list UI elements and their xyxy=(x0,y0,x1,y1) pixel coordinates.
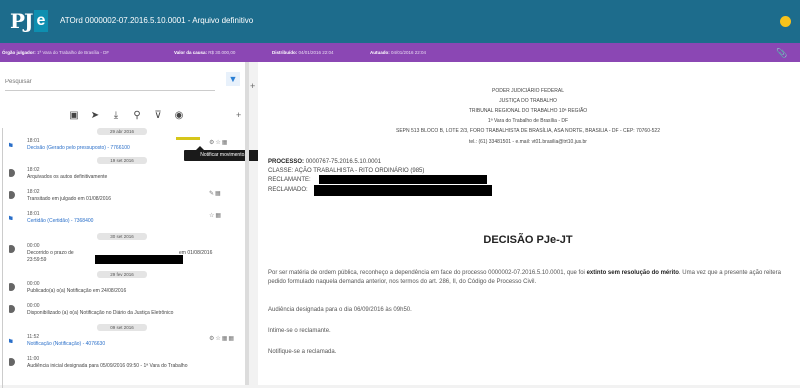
event-time: 00:00 xyxy=(27,281,40,287)
event-time: 11:52 xyxy=(27,334,40,340)
push-pin-icon[interactable]: ➤ xyxy=(89,110,101,122)
event-time: 18:02 xyxy=(27,167,40,173)
filter-toggle-icon[interactable]: ▼ xyxy=(226,72,240,86)
event-dot-icon xyxy=(9,191,15,199)
logo-pj: PJ xyxy=(10,9,33,33)
event-time: 18:02 xyxy=(27,189,40,195)
event-dot-icon xyxy=(9,283,15,291)
search-input[interactable] xyxy=(5,74,215,91)
document-flag-icon: ⚑ xyxy=(9,141,15,151)
eye-icon[interactable]: ◉ xyxy=(173,110,185,122)
decision-paragraph: Por ser matéria de ordem pública, reconh… xyxy=(268,270,781,285)
redacted-reclamado xyxy=(314,185,492,196)
timeline-panel: ▼ ▣ ➤ ⤓ ⚲ ⊽ ◉ + 29 abr 2016 ⚑ 18:01 Deci… xyxy=(0,62,246,388)
pdf-icon[interactable]: ▣ xyxy=(68,110,80,122)
decision-paragraph: Intime-se o reclamante. xyxy=(268,328,331,334)
decision-paragraph: Notifique-se a reclamada. xyxy=(268,349,337,355)
event-desc: Publicado(a) o(a) Notificação em 24/08/2… xyxy=(27,288,127,294)
date-separator: 09 set 2016 xyxy=(97,324,147,331)
panel-splitter[interactable] xyxy=(245,62,249,385)
search-icon[interactable]: ⚲ xyxy=(131,110,143,122)
event-dot-icon xyxy=(9,245,15,253)
timeline-toolbar: ▣ ➤ ⤓ ⚲ ⊽ ◉ xyxy=(68,110,185,122)
event-dot-icon xyxy=(9,358,15,366)
event-dot-icon xyxy=(9,169,15,177)
date-separator: 19 set 2016 xyxy=(97,157,147,164)
paperclip-icon[interactable]: 📎 xyxy=(776,48,787,59)
expand-left-icon[interactable]: + xyxy=(236,110,241,120)
classe-line: CLASSE: AÇÃO TRABALHISTA - RITO ORDINÁRI… xyxy=(268,168,425,174)
filter-icon[interactable]: ⊽ xyxy=(152,110,164,122)
event-link[interactable]: Decisão (Gerado pelo pressuposto) - 7766… xyxy=(27,145,130,151)
event-actions[interactable]: ⚙☆▦▦ xyxy=(209,335,235,342)
redacted-reclamante xyxy=(319,175,487,184)
event-time: 11:00 xyxy=(27,356,40,362)
event-desc: Disponibilizado (a) o(a) Notificação no … xyxy=(27,310,174,316)
event-desc: Decorrido o prazo de xyxy=(27,250,74,256)
process-info-bar: Órgão julgador: 1ª Vara do Trabalho de B… xyxy=(0,43,800,62)
event-actions[interactable]: ⚙☆▦ xyxy=(209,139,228,146)
date-separator: 29 abr 2016 xyxy=(97,128,147,135)
event-time: 18:01 xyxy=(27,138,40,144)
doc-header-line: SEPN 513 BLOCO B, LOTE 2/3, FORO TRABALH… xyxy=(396,128,660,134)
event-actions[interactable]: ☆▦ xyxy=(209,212,222,219)
reclamante-label: RECLAMANTE: xyxy=(268,177,311,183)
reclamado-label: RECLAMADO: xyxy=(268,187,308,193)
user-menu-icon[interactable] xyxy=(780,16,791,27)
doc-header-line: TRIBUNAL REGIONAL DO TRABALHO 10ª REGIÃO xyxy=(468,108,588,114)
autuacao: Autuado: 04/01/2016 22:04 xyxy=(370,50,427,55)
document-flag-icon: ⚑ xyxy=(9,337,15,347)
decision-title: DECISÃO PJe-JT xyxy=(483,234,573,246)
distribuicao: Distribuído: 04/01/2016 22:04 xyxy=(272,50,334,55)
date-separator: 30 set 2016 xyxy=(97,233,147,240)
date-separator: 29 fev 2016 xyxy=(97,271,147,278)
event-dot-icon xyxy=(9,305,15,313)
event-desc: Arquivados os autos definitivamente xyxy=(27,174,108,180)
valor-causa: Valor da causa: R$ 30.000,00 xyxy=(174,50,236,55)
event-time: 00:00 xyxy=(27,303,40,309)
event-actions[interactable]: ✎▦ xyxy=(209,190,222,197)
pje-logo[interactable]: PJ e xyxy=(10,9,49,33)
event-time: 18:01 xyxy=(27,211,40,217)
doc-header-line: JUSTIÇA DO TRABALHO xyxy=(499,98,557,104)
event-link[interactable]: Certidão (Certidão) - 7368400 xyxy=(27,218,93,224)
redacted-name xyxy=(95,255,183,264)
orgao-julgador: Órgão julgador: 1ª Vara do Trabalho de B… xyxy=(2,50,110,55)
decision-paragraph: Audiência designada para o dia 06/09/201… xyxy=(268,307,412,313)
doc-header-line: PODER JUDICIÁRIO FEDERAL xyxy=(492,88,564,94)
doc-header-line: tel.: (61) 33481501 - e.mail: vt01.brasi… xyxy=(469,139,587,145)
doc-header-line: 1ª Vara do Trabalho de Brasília - DF xyxy=(487,118,569,124)
logo-e: e xyxy=(33,10,49,32)
expand-right-icon[interactable]: + xyxy=(250,81,255,91)
event-desc: Audiência inicial designada para 05/09/2… xyxy=(27,363,188,369)
event-desc-sub: 23:59:59 xyxy=(27,257,47,263)
event-desc-suffix: em 01/08/2016 xyxy=(179,250,213,256)
event-time: 00:00 xyxy=(27,243,40,249)
document-viewer: PODER JUDICIÁRIO FEDERAL JUSTIÇA DO TRAB… xyxy=(258,62,800,385)
cursor-pointer xyxy=(176,137,200,140)
download-icon[interactable]: ⤓ xyxy=(110,110,122,122)
top-bar: PJ e ATOrd 0000002-07.2016.5.10.0001 - Ar… xyxy=(0,0,800,43)
process-title: ATOrd 0000002-07.2016.5.10.0001 - Arquiv… xyxy=(60,16,254,25)
document-flag-icon: ⚑ xyxy=(9,214,15,224)
event-desc: Transitado em julgado em 01/08/2016 xyxy=(27,196,112,202)
processo-line: PROCESSO: 0000767-75.2016.5.10.0001 xyxy=(268,159,382,165)
timeline-axis xyxy=(2,128,3,388)
tooltip: Notificar movimento. xyxy=(184,150,262,161)
event-link[interactable]: Notificação (Notificação) - 4076630 xyxy=(27,341,105,347)
